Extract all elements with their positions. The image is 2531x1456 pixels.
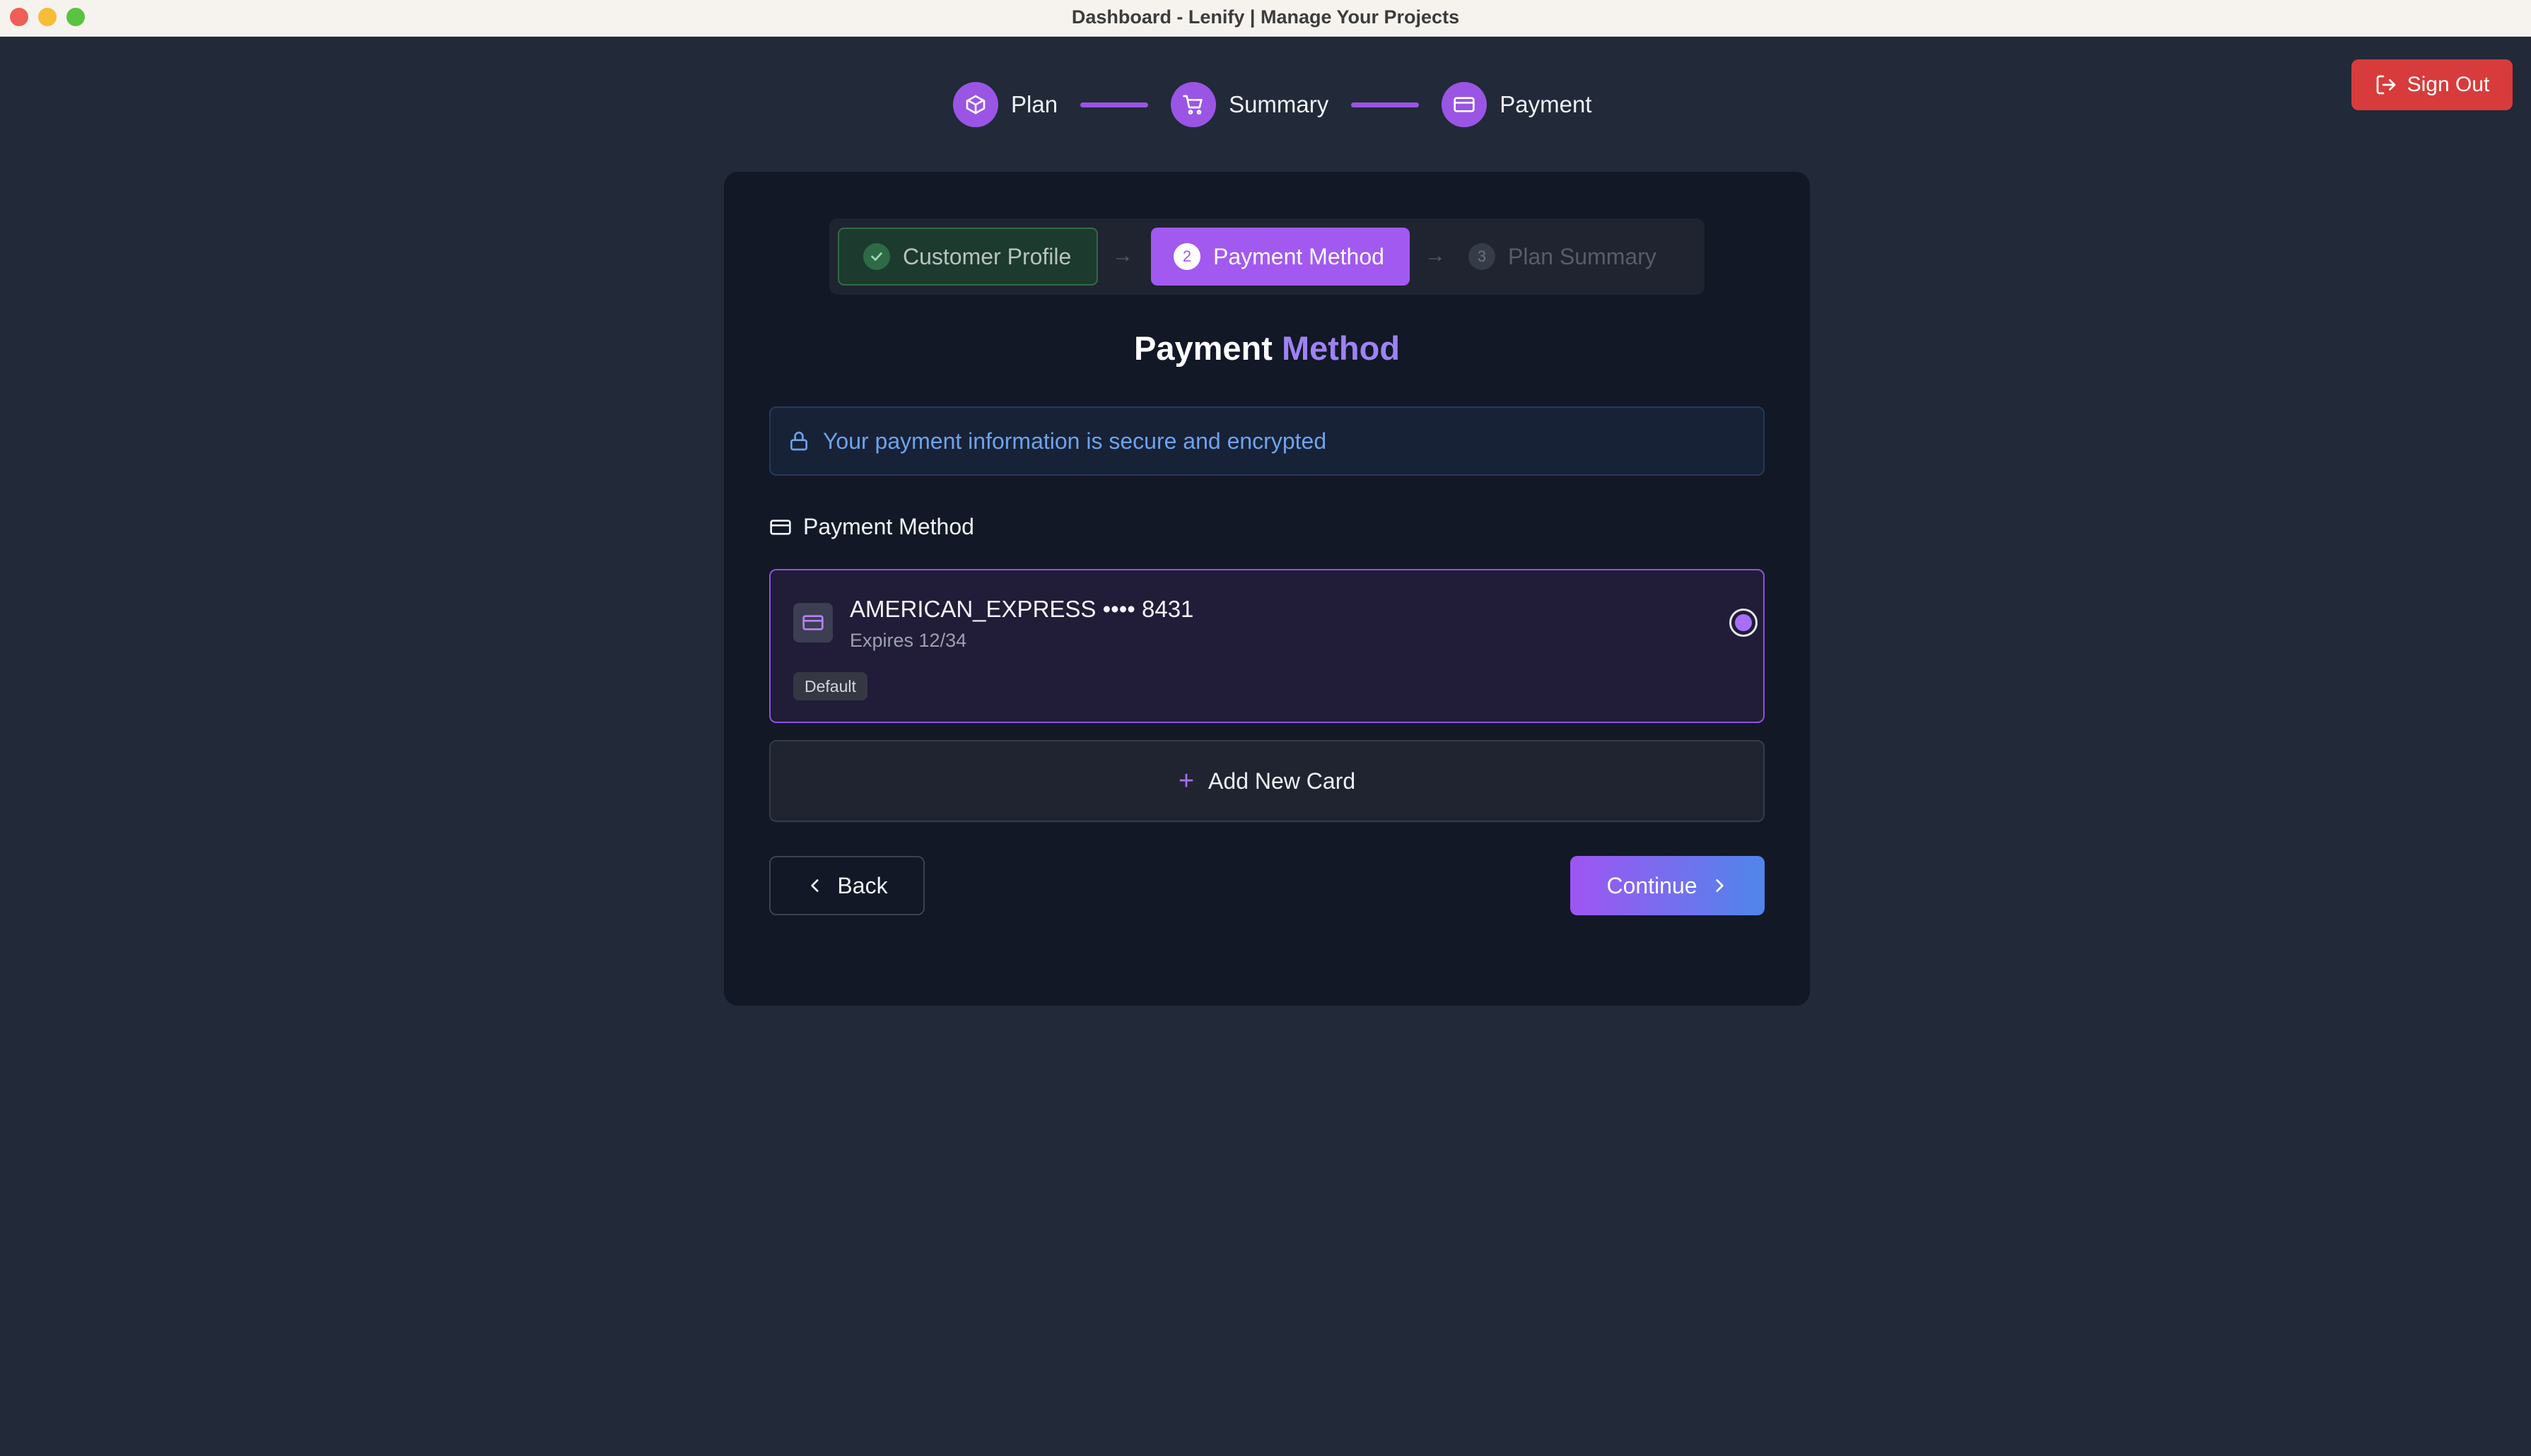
credit-card-icon: [802, 615, 824, 630]
secure-notice: Your payment information is secure and e…: [769, 406, 1765, 476]
continue-label: Continue: [1606, 872, 1697, 898]
substep-customer-profile[interactable]: Customer Profile: [838, 228, 1098, 286]
step-connector: [1080, 102, 1149, 107]
payment-method-heading: Payment Method: [769, 514, 974, 540]
saved-card-option[interactable]: AMERICAN_EXPRESS •••• 8431 Expires 12/34…: [769, 569, 1765, 723]
continue-button[interactable]: Continue: [1570, 856, 1765, 915]
secure-notice-text: Your payment information is secure and e…: [823, 428, 1327, 454]
step-connector: [1351, 102, 1420, 107]
substep-label: Plan Summary: [1508, 243, 1656, 269]
sign-out-button[interactable]: Sign Out: [2351, 59, 2513, 110]
add-new-card-button[interactable]: + Add New Card: [769, 740, 1765, 822]
step-summary-circle[interactable]: [1171, 82, 1217, 127]
credit-card-icon: [1454, 97, 1475, 112]
card-brand-icon: [793, 603, 833, 642]
substep-number: 3: [1468, 243, 1495, 270]
substep-number: 2: [1174, 243, 1200, 270]
card-expiry: Expires 12/34: [850, 630, 967, 651]
logout-icon: [2376, 75, 2395, 95]
step-payment-label: Payment: [1500, 91, 1592, 117]
radio-selected-dot: [1735, 614, 1752, 631]
window-titlebar: Dashboard - Lenify | Manage Your Project…: [0, 0, 2531, 37]
chevron-right-icon: [1715, 879, 1724, 892]
plus-icon: +: [1178, 765, 1195, 796]
back-label: Back: [837, 872, 888, 898]
substep-plan-summary[interactable]: 3 Plan Summary: [1451, 228, 1709, 286]
credit-card-icon: [770, 519, 791, 535]
arrow-right-icon: →: [1112, 244, 1133, 267]
chevron-left-icon: [811, 879, 819, 892]
payment-card: Customer Profile → 2 Payment Method → 3 …: [724, 172, 1810, 1006]
add-card-label: Add New Card: [1208, 768, 1356, 794]
substep-label: Payment Method: [1213, 243, 1384, 269]
section-title: Payment Method: [803, 514, 974, 539]
sub-stepper: Customer Profile → 2 Payment Method → 3 …: [829, 218, 1705, 295]
step-summary-label: Summary: [1229, 91, 1329, 117]
arrow-right-icon: →: [1425, 244, 1446, 267]
sign-out-label: Sign Out: [2407, 73, 2490, 96]
checkout-stepper: Plan Summary Payment: [953, 82, 1591, 127]
page-title-main: Payment: [1133, 329, 1273, 367]
step-plan-label: Plan: [1011, 91, 1058, 117]
substep-label: Customer Profile: [903, 243, 1072, 269]
step-payment-circle[interactable]: [1442, 82, 1487, 127]
page-title: Payment Method: [724, 329, 1810, 368]
window-title: Dashboard - Lenify | Manage Your Project…: [1071, 6, 1460, 28]
lock-icon: [790, 431, 807, 451]
substep-payment-method[interactable]: 2 Payment Method: [1151, 228, 1410, 286]
default-badge: Default: [793, 672, 867, 700]
card-name: AMERICAN_EXPRESS •••• 8431: [850, 596, 1194, 622]
step-plan-circle[interactable]: [953, 82, 998, 127]
card-radio[interactable]: [1729, 609, 1758, 637]
page-title-accent: Method: [1281, 329, 1401, 367]
back-button[interactable]: Back: [769, 856, 925, 915]
check-icon: [863, 243, 890, 270]
cart-icon: [1183, 95, 1203, 115]
box-icon: [966, 95, 986, 115]
